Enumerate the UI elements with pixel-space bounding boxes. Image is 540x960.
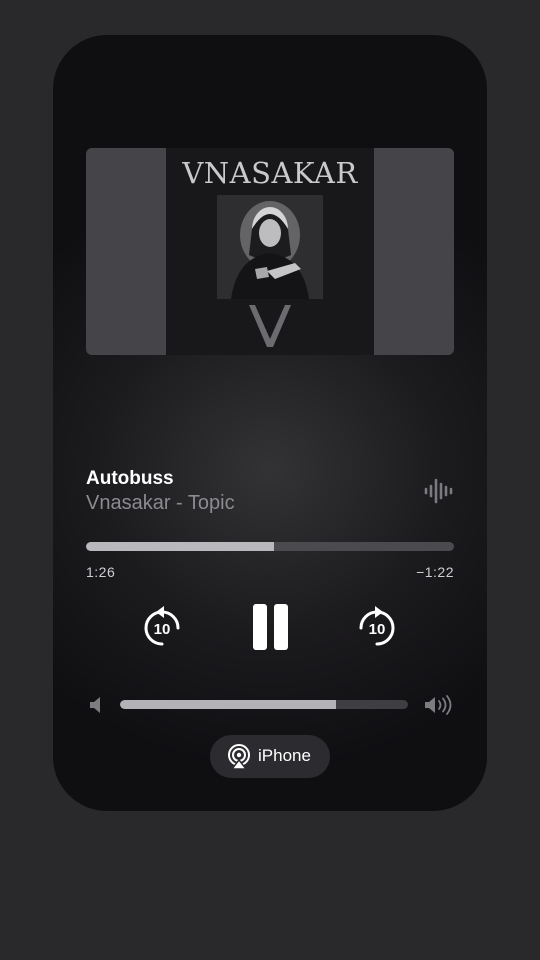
speaker-high-icon — [425, 695, 452, 715]
track-artist[interactable]: Vnasakar - Topic — [86, 492, 235, 515]
speaker-low-icon — [90, 697, 100, 713]
playback-progress-fill — [86, 542, 274, 551]
airplay-device-button[interactable]: iPhone — [210, 735, 330, 778]
airplay-audio-icon — [228, 744, 250, 770]
artwork-frame: VNASAKAR — [86, 148, 454, 355]
now-playing-card: VNASAKAR Autobuss Vnasakar - Topic 1:26 … — [53, 35, 487, 811]
skip-forward-button[interactable]: 10 — [357, 604, 397, 648]
volume-fill — [120, 700, 336, 709]
skip-back-button[interactable]: 10 — [142, 604, 182, 648]
skip-forward-seconds: 10 — [368, 621, 386, 638]
skip-back-seconds: 10 — [153, 621, 171, 638]
gobackward-10-icon: 10 — [142, 604, 182, 648]
track-title: Autobuss — [86, 468, 174, 489]
pause-icon — [249, 603, 291, 651]
airplay-device-label: iPhone — [258, 746, 311, 765]
goforward-10-icon: 10 — [357, 604, 397, 648]
pause-bar-right — [274, 604, 288, 650]
album-art-photo — [217, 195, 323, 299]
remaining-time: −1:22 — [416, 564, 454, 580]
screen: VNASAKAR Autobuss Vnasakar - Topic 1:26 … — [0, 0, 540, 960]
waveform-icon — [424, 478, 453, 504]
pause-bar-left — [253, 604, 267, 650]
playback-progress-slider[interactable] — [86, 542, 454, 551]
elapsed-time: 1:26 — [86, 564, 116, 580]
album-art-v-mark — [249, 305, 291, 347]
volume-slider[interactable] — [120, 700, 408, 709]
album-art-title: VNASAKAR — [182, 156, 358, 190]
album-artwork[interactable]: VNASAKAR — [166, 148, 374, 355]
pause-button[interactable] — [249, 603, 291, 651]
